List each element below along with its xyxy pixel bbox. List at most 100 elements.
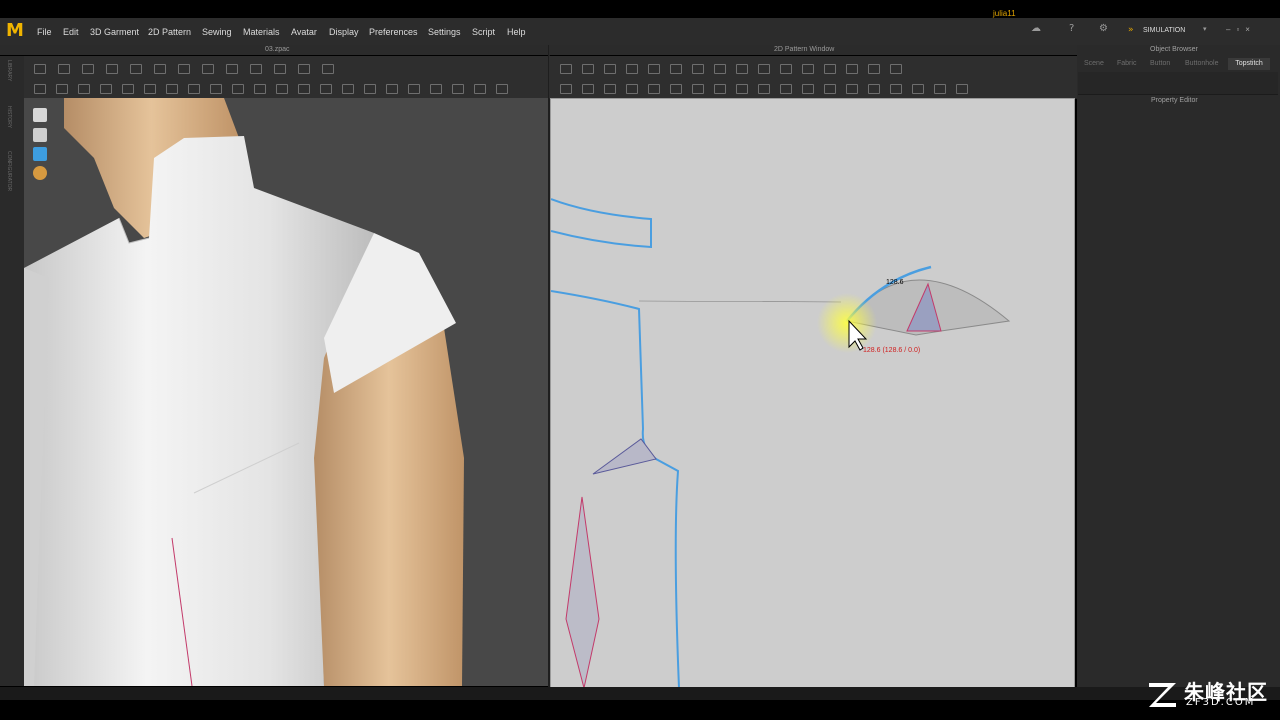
settings-icon[interactable]: ⚙ <box>1099 23 1108 34</box>
toolbar-tool-icon[interactable] <box>58 64 70 74</box>
toolbar-tool-icon[interactable] <box>582 84 594 94</box>
garment-icon[interactable] <box>33 108 47 122</box>
tab-topstitch[interactable]: Topstitch <box>1228 58 1270 70</box>
toolbar-tool-icon[interactable] <box>956 84 968 94</box>
menu-file[interactable]: File <box>37 27 52 37</box>
library-tab[interactable]: LIBRARY <box>6 60 12 81</box>
toolbar-tool-icon[interactable] <box>298 84 310 94</box>
toolbar-tool-icon[interactable] <box>474 84 486 94</box>
chevron-down-icon[interactable]: ▾ <box>1203 25 1207 33</box>
toolbar-tool-icon[interactable] <box>868 84 880 94</box>
menu-settings[interactable]: Settings <box>428 27 461 37</box>
toolbar-tool-icon[interactable] <box>106 64 118 74</box>
toolbar-tool-icon[interactable] <box>298 64 310 74</box>
toolbar-tool-icon[interactable] <box>56 84 68 94</box>
2d-pattern-viewport[interactable]: 128.6 128.6 (128.6 / 0.0) <box>550 98 1075 689</box>
menu-help[interactable]: Help <box>507 27 526 37</box>
toolbar-tool-icon[interactable] <box>626 84 638 94</box>
toolbar-tool-icon[interactable] <box>226 64 238 74</box>
history-tab[interactable]: HISTORY <box>6 106 12 128</box>
3d-viewport[interactable] <box>24 98 548 686</box>
toolbar-tool-icon[interactable] <box>890 64 902 74</box>
toolbar-tool-icon[interactable] <box>178 64 190 74</box>
help-icon[interactable]: ? <box>1069 23 1074 34</box>
menu-3d-garment[interactable]: 3D Garment <box>90 27 139 37</box>
toolbar-tool-icon[interactable] <box>78 84 90 94</box>
toolbar-tool-icon[interactable] <box>714 84 726 94</box>
toolbar-tool-icon[interactable] <box>802 84 814 94</box>
toolbar-tool-icon[interactable] <box>320 84 332 94</box>
menu-avatar[interactable]: Avatar <box>291 27 317 37</box>
toolbar-tool-icon[interactable] <box>692 84 704 94</box>
toolbar-tool-icon[interactable] <box>626 64 638 74</box>
toolbar-tool-icon[interactable] <box>34 64 46 74</box>
toolbar-tool-icon[interactable] <box>846 84 858 94</box>
avatar-icon[interactable] <box>33 128 47 142</box>
toolbar-tool-icon[interactable] <box>250 64 262 74</box>
toolbar-tool-icon[interactable] <box>144 84 156 94</box>
tab-fabric[interactable]: Fabric <box>1117 60 1136 70</box>
toolbar-tool-icon[interactable] <box>560 84 572 94</box>
toolbar-tool-icon[interactable] <box>322 64 334 74</box>
toolbar-tool-icon[interactable] <box>758 64 770 74</box>
toolbar-tool-icon[interactable] <box>274 64 286 74</box>
toolbar-tool-icon[interactable] <box>122 84 134 94</box>
menu-materials[interactable]: Materials <box>243 27 280 37</box>
menu-sewing[interactable]: Sewing <box>202 27 232 37</box>
user-name[interactable]: julia11 <box>993 9 1016 18</box>
menu-display[interactable]: Display <box>329 27 359 37</box>
toolbar-tool-icon[interactable] <box>210 84 222 94</box>
toolbar-tool-icon[interactable] <box>276 84 288 94</box>
toolbar-tool-icon[interactable] <box>430 84 442 94</box>
menu-edit[interactable]: Edit <box>63 27 79 37</box>
toolbar-tool-icon[interactable] <box>100 84 112 94</box>
menu-script[interactable]: Script <box>472 27 495 37</box>
toolbar-tool-icon[interactable] <box>648 64 660 74</box>
toolbar-tool-icon[interactable] <box>364 84 376 94</box>
toolbar-tool-icon[interactable] <box>758 84 770 94</box>
toolbar-tool-icon[interactable] <box>824 84 836 94</box>
toolbar-tool-icon[interactable] <box>604 64 616 74</box>
toolbar-tool-icon[interactable] <box>232 84 244 94</box>
avatar-face-icon[interactable] <box>33 166 47 180</box>
toolbar-tool-icon[interactable] <box>780 64 792 74</box>
toolbar-tool-icon[interactable] <box>846 64 858 74</box>
toolbar-tool-icon[interactable] <box>780 84 792 94</box>
toolbar-tool-icon[interactable] <box>714 64 726 74</box>
fabric-icon[interactable] <box>33 147 47 161</box>
toolbar-tool-icon[interactable] <box>648 84 660 94</box>
toolbar-tool-icon[interactable] <box>604 84 616 94</box>
toolbar-tool-icon[interactable] <box>802 64 814 74</box>
toolbar-tool-icon[interactable] <box>670 84 682 94</box>
menu-preferences[interactable]: Preferences <box>369 27 418 37</box>
toolbar-tool-icon[interactable] <box>736 84 748 94</box>
toolbar-tool-icon[interactable] <box>452 84 464 94</box>
tab-buttonhole[interactable]: Buttonhole <box>1185 60 1218 70</box>
toolbar-tool-icon[interactable] <box>254 84 266 94</box>
toolbar-tool-icon[interactable] <box>560 64 572 74</box>
toolbar-tool-icon[interactable] <box>34 84 46 94</box>
toolbar-tool-icon[interactable] <box>736 64 748 74</box>
cloud-icon[interactable]: ☁ <box>1031 23 1041 34</box>
toolbar-tool-icon[interactable] <box>342 84 354 94</box>
toolbar-tool-icon[interactable] <box>130 64 142 74</box>
window-controls[interactable]: –▫× <box>1226 25 1256 34</box>
toolbar-tool-icon[interactable] <box>824 64 836 74</box>
toolbar-tool-icon[interactable] <box>868 64 880 74</box>
toolbar-tool-icon[interactable] <box>154 64 166 74</box>
toolbar-tool-icon[interactable] <box>670 64 682 74</box>
toolbar-tool-icon[interactable] <box>934 84 946 94</box>
toolbar-tool-icon[interactable] <box>582 64 594 74</box>
toolbar-tool-icon[interactable] <box>890 84 902 94</box>
tab-button[interactable]: Button <box>1150 60 1170 70</box>
toolbar-tool-icon[interactable] <box>386 84 398 94</box>
toolbar-tool-icon[interactable] <box>912 84 924 94</box>
toolbar-tool-icon[interactable] <box>202 64 214 74</box>
toolbar-tool-icon[interactable] <box>408 84 420 94</box>
toolbar-tool-icon[interactable] <box>188 84 200 94</box>
toolbar-tool-icon[interactable] <box>496 84 508 94</box>
toolbar-tool-icon[interactable] <box>82 64 94 74</box>
tab-scene[interactable]: Scene <box>1084 60 1104 70</box>
configurator-tab[interactable]: CONFIGURATOR <box>6 151 12 191</box>
toolbar-tool-icon[interactable] <box>166 84 178 94</box>
